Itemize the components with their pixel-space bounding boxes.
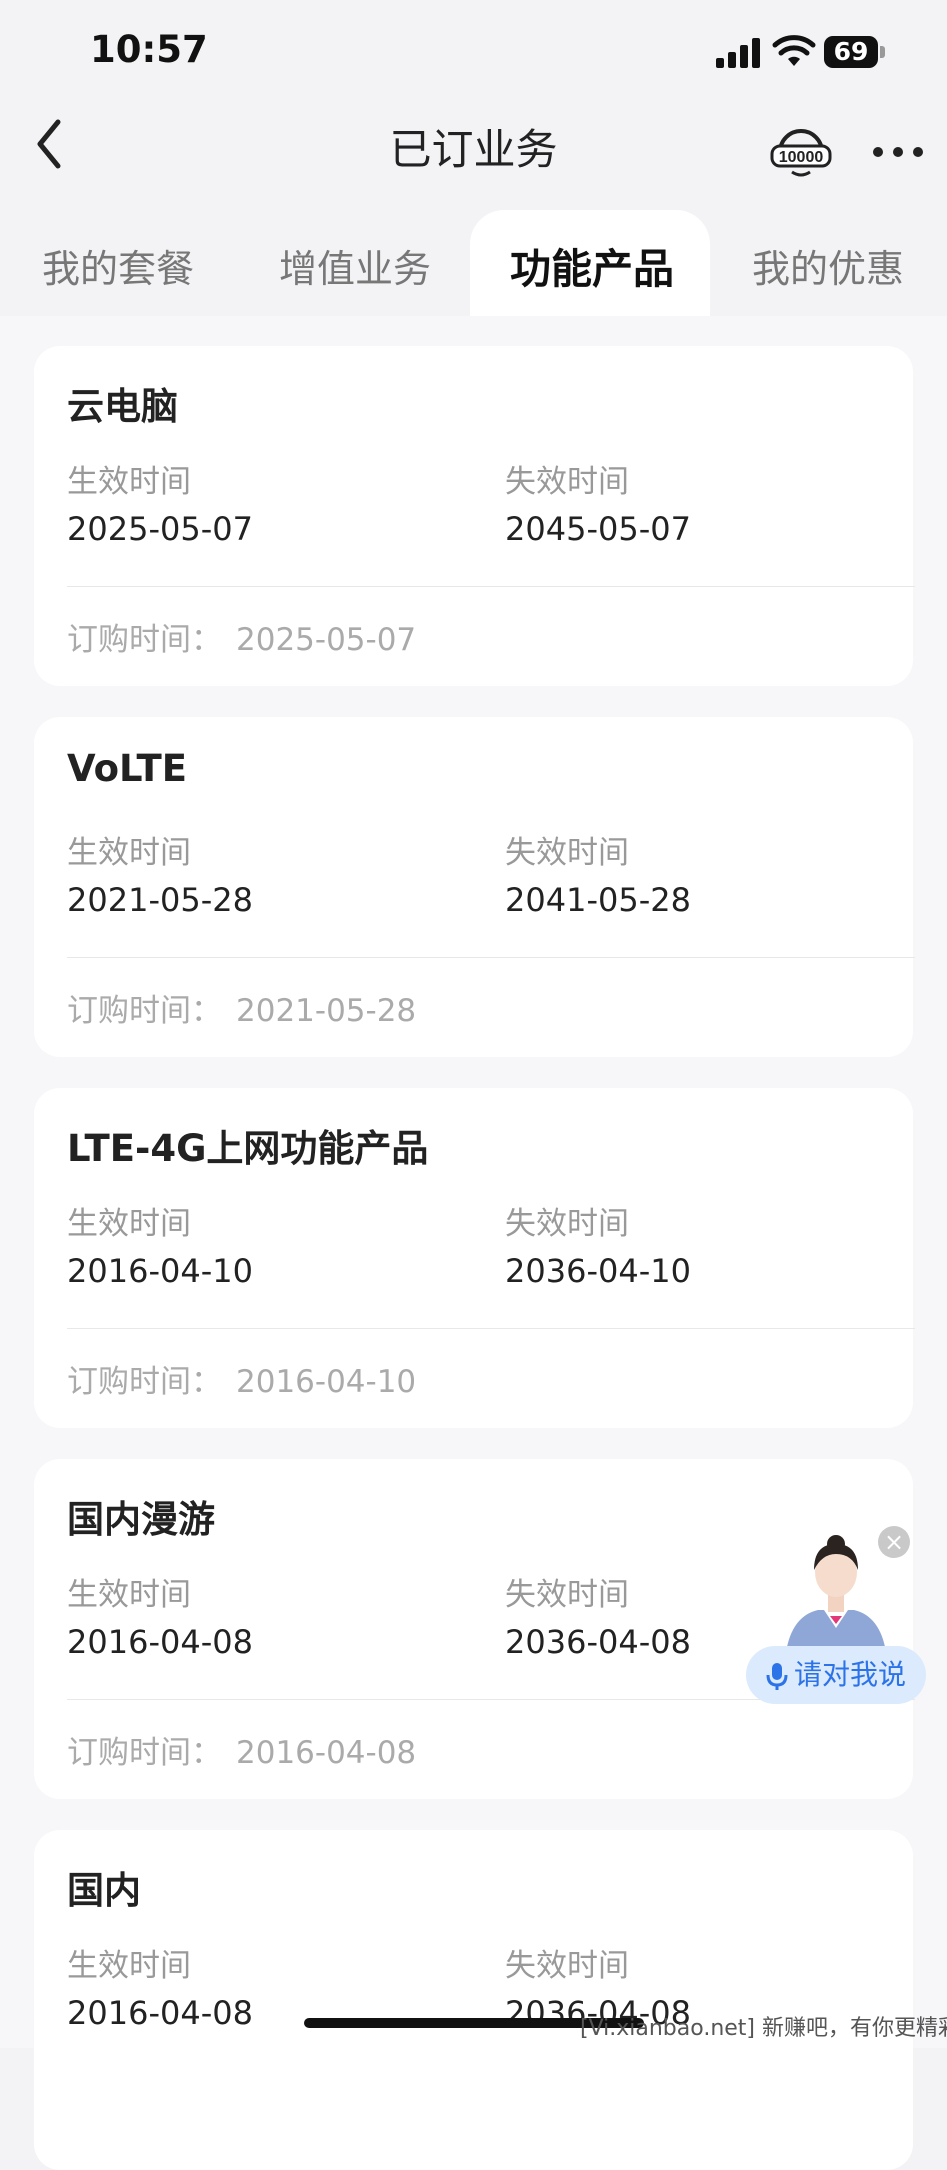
product-list: 云电脑 生效时间 失效时间 2025-05-07 2045-05-07 订购时间…	[0, 316, 947, 2170]
order-time: 订购时间： 2016-04-10	[67, 1356, 416, 1401]
product-card[interactable]: VoLTE 生效时间 失效时间 2021-05-28 2041-05-28 订购…	[34, 717, 915, 1057]
order-date: 2025-05-07	[236, 622, 417, 658]
expiry-date: 2045-05-07	[505, 510, 691, 548]
customer-service-icon[interactable]: 10000	[770, 122, 832, 178]
product-card[interactable]: 云电脑 生效时间 失效时间 2025-05-07 2045-05-07 订购时间…	[34, 346, 915, 686]
effective-date: 2016-04-10	[67, 1252, 253, 1290]
order-label: 订购时间：	[67, 1364, 222, 1400]
order-label: 订购时间：	[67, 993, 222, 1029]
product-card[interactable]: LTE-4G上网功能产品 生效时间 失效时间 2016-04-10 2036-0…	[34, 1088, 915, 1428]
product-name: 国内	[67, 1869, 141, 1912]
voice-input-button[interactable]: 请对我说	[746, 1646, 926, 1704]
voice-assistant[interactable]: × 请对我说	[746, 1526, 926, 1706]
more-icon[interactable]	[868, 132, 928, 172]
product-card[interactable]: 国内 生效时间 失效时间 2016-04-08 2036-04-08	[34, 1830, 913, 2170]
expiry-date: 2036-04-10	[505, 1252, 691, 1290]
status-bar: 10:57 69	[0, 0, 947, 100]
order-date: 2021-05-28	[236, 993, 417, 1029]
effective-date: 2016-04-08	[67, 1994, 253, 2032]
order-date: 2016-04-08	[236, 1735, 417, 1771]
svg-text:10000: 10000	[779, 149, 824, 166]
wifi-icon	[772, 35, 816, 66]
divider	[67, 1328, 915, 1329]
order-label: 订购时间：	[67, 1735, 222, 1771]
order-time: 订购时间： 2016-04-08	[67, 1727, 416, 1772]
divider	[67, 586, 915, 587]
expiry-label: 失效时间	[505, 1206, 629, 1242]
expiry-label: 失效时间	[505, 464, 629, 500]
nav-bar: 已订业务 10000	[0, 100, 947, 210]
assistant-avatar-icon	[786, 1535, 886, 1652]
battery-level: 69	[833, 37, 869, 66]
effective-label: 生效时间	[67, 1948, 191, 1984]
order-label: 订购时间：	[67, 622, 222, 658]
divider	[67, 957, 915, 958]
effective-label: 生效时间	[67, 1577, 191, 1613]
tab-my-offers[interactable]: 我的优惠	[752, 238, 904, 293]
expiry-date: 2036-04-08	[505, 1623, 691, 1661]
microphone-icon	[766, 1663, 788, 1690]
signal-icon	[716, 38, 760, 68]
effective-date: 2016-04-08	[67, 1623, 253, 1661]
product-name: 国内漫游	[67, 1498, 215, 1541]
product-name: VoLTE	[67, 747, 187, 790]
tab-function-products[interactable]: 功能产品	[510, 235, 674, 295]
expiry-label: 失效时间	[505, 1948, 629, 1984]
effective-label: 生效时间	[67, 464, 191, 500]
product-name: LTE-4G上网功能产品	[67, 1127, 429, 1170]
tab-bar: 我的套餐 增值业务 功能产品 我的优惠	[0, 210, 947, 320]
product-name: 云电脑	[67, 385, 178, 428]
effective-label: 生效时间	[67, 1206, 191, 1242]
order-time: 订购时间： 2025-05-07	[67, 614, 416, 659]
expiry-label: 失效时间	[505, 835, 629, 871]
status-time: 10:57	[90, 28, 208, 71]
effective-date: 2021-05-28	[67, 881, 253, 919]
tab-my-plan[interactable]: 我的套餐	[42, 238, 194, 293]
order-date: 2016-04-10	[236, 1364, 417, 1400]
expiry-label: 失效时间	[505, 1577, 629, 1613]
tab-value-added[interactable]: 增值业务	[279, 238, 431, 293]
close-icon[interactable]: ×	[878, 1526, 910, 1558]
order-time: 订购时间： 2021-05-28	[67, 985, 416, 1030]
assistant-label: 请对我说	[793, 1658, 906, 1691]
effective-date: 2025-05-07	[67, 510, 253, 548]
expiry-date: 2041-05-28	[505, 881, 691, 919]
effective-label: 生效时间	[67, 835, 191, 871]
watermark: [Vi.xianbao.net] 新赚吧，有你更精彩！	[580, 2016, 947, 2041]
battery-icon: 69	[824, 36, 886, 68]
